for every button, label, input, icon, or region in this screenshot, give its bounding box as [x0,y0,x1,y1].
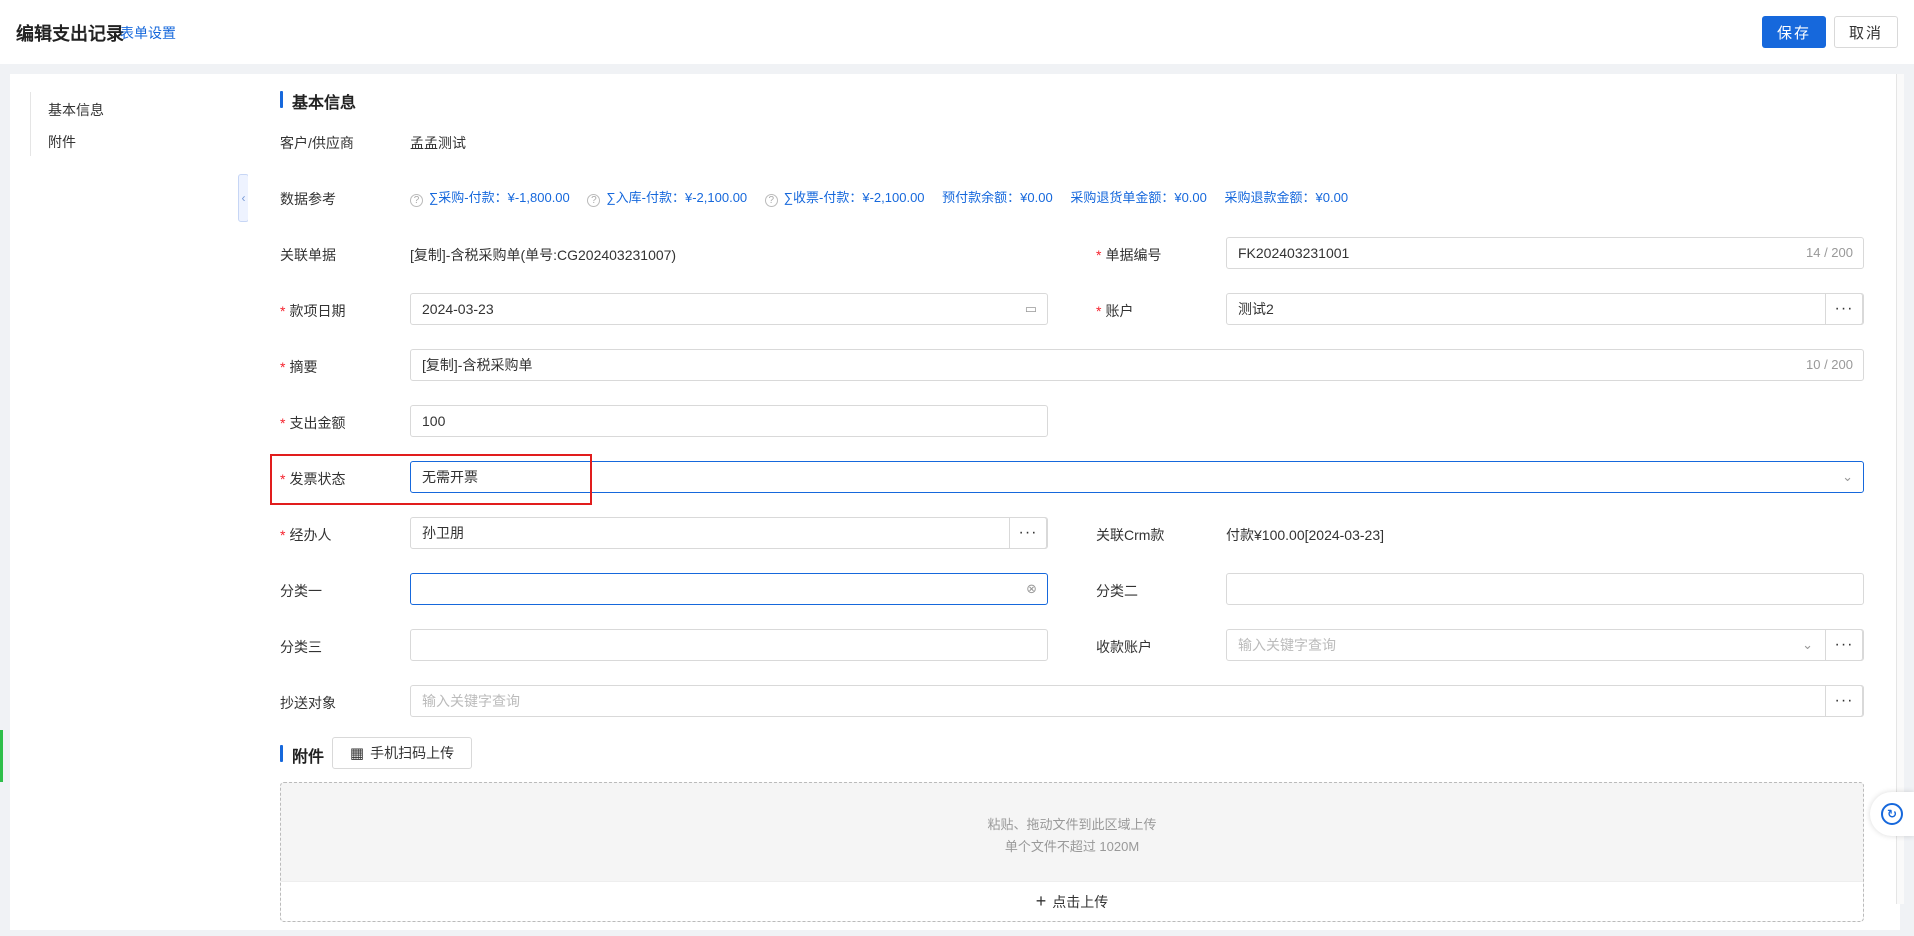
data-ref-item: ∑入库-付款：¥-2,100.00 [606,190,748,205]
nav-item-basic-info[interactable]: 基本信息 [48,100,104,120]
summary-counter: 10 / 200 [1806,357,1853,372]
floating-assistant-button[interactable]: ↻ [1870,792,1914,836]
category-two-input[interactable] [1226,573,1864,605]
related-doc-label: 关联单据 [280,247,336,263]
vertical-scrollbar[interactable] [1896,74,1904,904]
invoice-status-select[interactable]: 无需开票 ⌄ [410,461,1864,493]
customer-label: 客户/供应商 [280,135,354,151]
date-value: 2024-03-23 [422,301,494,317]
calendar-icon: ▭ [1024,301,1037,316]
category-two-label: 分类二 [1096,583,1138,599]
date-label: * 款项日期 [280,303,346,319]
refresh-icon: ↻ [1881,803,1903,825]
page-title: 编辑支出记录 [16,24,124,44]
date-input[interactable]: 2024-03-23 ▭ [410,293,1048,325]
section-title-basic-info: 基本信息 [280,89,356,113]
doc-no-input[interactable]: FK202403231001 14 / 200 [1226,237,1864,269]
chevron-down-icon: ⌄ [1802,637,1813,652]
save-button[interactable]: 保存 [1762,16,1826,48]
category-three-label: 分类三 [280,639,322,655]
receive-account-label: 收款账户 [1096,639,1152,655]
account-input[interactable]: 测试2 ··· [1226,293,1864,325]
qr-code-icon: ▦ [349,745,365,762]
data-ref-row: ? ∑采购-付款：¥-1,800.00 ? ∑入库-付款：¥-2,100.00 ? ∑… [410,187,1362,207]
invoice-status-value: 无需开票 [422,469,478,485]
cc-more-button[interactable]: ··· [1825,685,1863,717]
handler-more-button[interactable]: ··· [1009,517,1047,549]
receive-account-input[interactable]: 输入关键字查询 ⌄ ··· [1226,629,1864,661]
nav-divider [30,92,31,156]
size-hint: 单个文件不超过 1020M [1004,839,1140,854]
account-label: * 账户 [1096,303,1134,319]
form-settings-link[interactable]: 表单设置 [120,23,176,43]
customer-value: 孟孟测试 [410,135,466,151]
handler-value: 孙卫朋 [422,525,464,541]
account-more-button[interactable]: ··· [1825,293,1863,325]
qr-upload-button[interactable]: ▦ 手机扫码上传 [332,737,472,769]
section-nav: 基本信息 附件 [10,74,248,930]
summary-input[interactable]: [复制]-含税采购单 10 / 200 [410,349,1864,381]
data-ref-item: 采购退款金额：¥0.00 [1224,190,1349,205]
qr-upload-label: 手机扫码上传 [370,745,455,761]
plus-icon: + [1035,891,1047,911]
cc-placeholder: 输入关键字查询 [422,693,520,709]
help-icon[interactable]: ? [410,194,423,207]
doc-no-counter: 14 / 200 [1806,245,1853,260]
summary-label: * 摘要 [280,359,318,375]
summary-value: [复制]-含税采购单 [422,357,533,373]
amount-input[interactable]: 100 [410,405,1048,437]
amount-value: 100 [422,413,446,429]
amount-label: * 支出金额 [280,415,346,431]
help-icon[interactable]: ? [587,194,601,207]
chevron-down-icon: ⌄ [1842,469,1853,484]
crm-label: 关联Crm款 [1096,527,1165,543]
nav-item-attachments[interactable]: 附件 [48,132,76,152]
collapse-left-icon: ‹ [241,191,246,205]
invoice-status-label: * 发票状态 [280,471,346,487]
data-ref-label: 数据参考 [280,191,336,207]
data-ref-item: ∑采购-付款：¥-1,800.00 [429,190,570,205]
account-value: 测试2 [1238,301,1274,317]
category-one-input[interactable]: ⊗ [410,573,1048,605]
help-icon[interactable]: ? [764,194,778,207]
click-upload-button[interactable]: + 点击上传 [281,881,1863,921]
handler-input[interactable]: 孙卫朋 ··· [410,517,1048,549]
click-upload-label: 点击上传 [1052,893,1109,910]
crm-value[interactable]: 付款¥100.00[2024-03-23] [1226,525,1384,545]
category-one-label: 分类一 [280,583,322,599]
cc-input[interactable]: 输入关键字查询 ··· [410,685,1864,717]
side-indicator [0,730,3,782]
doc-no-value: FK202403231001 [1238,245,1350,261]
related-doc-value[interactable]: [复制]-含税采购单(单号:CG202403231007) [410,245,676,265]
top-bar: 编辑支出记录 表单设置 保存 取消 [0,0,1914,64]
cancel-button[interactable]: 取消 [1834,16,1898,48]
upload-dropzone[interactable]: 粘贴、拖动文件到此区域上传 单个文件不超过 1020M + 点击上传 [280,782,1864,922]
data-ref-item: 预付款余额：¥0.00 [942,190,1053,205]
section-title-attachments: 附件 [280,743,324,767]
data-ref-item: ∑收票-付款：¥-2,100.00 [783,190,925,205]
drop-hint: 粘贴、拖动文件到此区域上传 [987,817,1157,832]
data-ref-item: 采购退货单金额：¥0.00 [1070,190,1207,205]
receive-account-placeholder: 输入关键字查询 [1238,637,1336,653]
handler-label: * 经办人 [280,527,332,543]
clear-icon[interactable]: ⊗ [1026,574,1037,604]
category-three-input[interactable] [410,629,1048,661]
doc-no-label: * 单据编号 [1096,247,1162,263]
receive-account-more-button[interactable]: ··· [1825,629,1863,661]
cc-label: 抄送对象 [280,695,336,711]
